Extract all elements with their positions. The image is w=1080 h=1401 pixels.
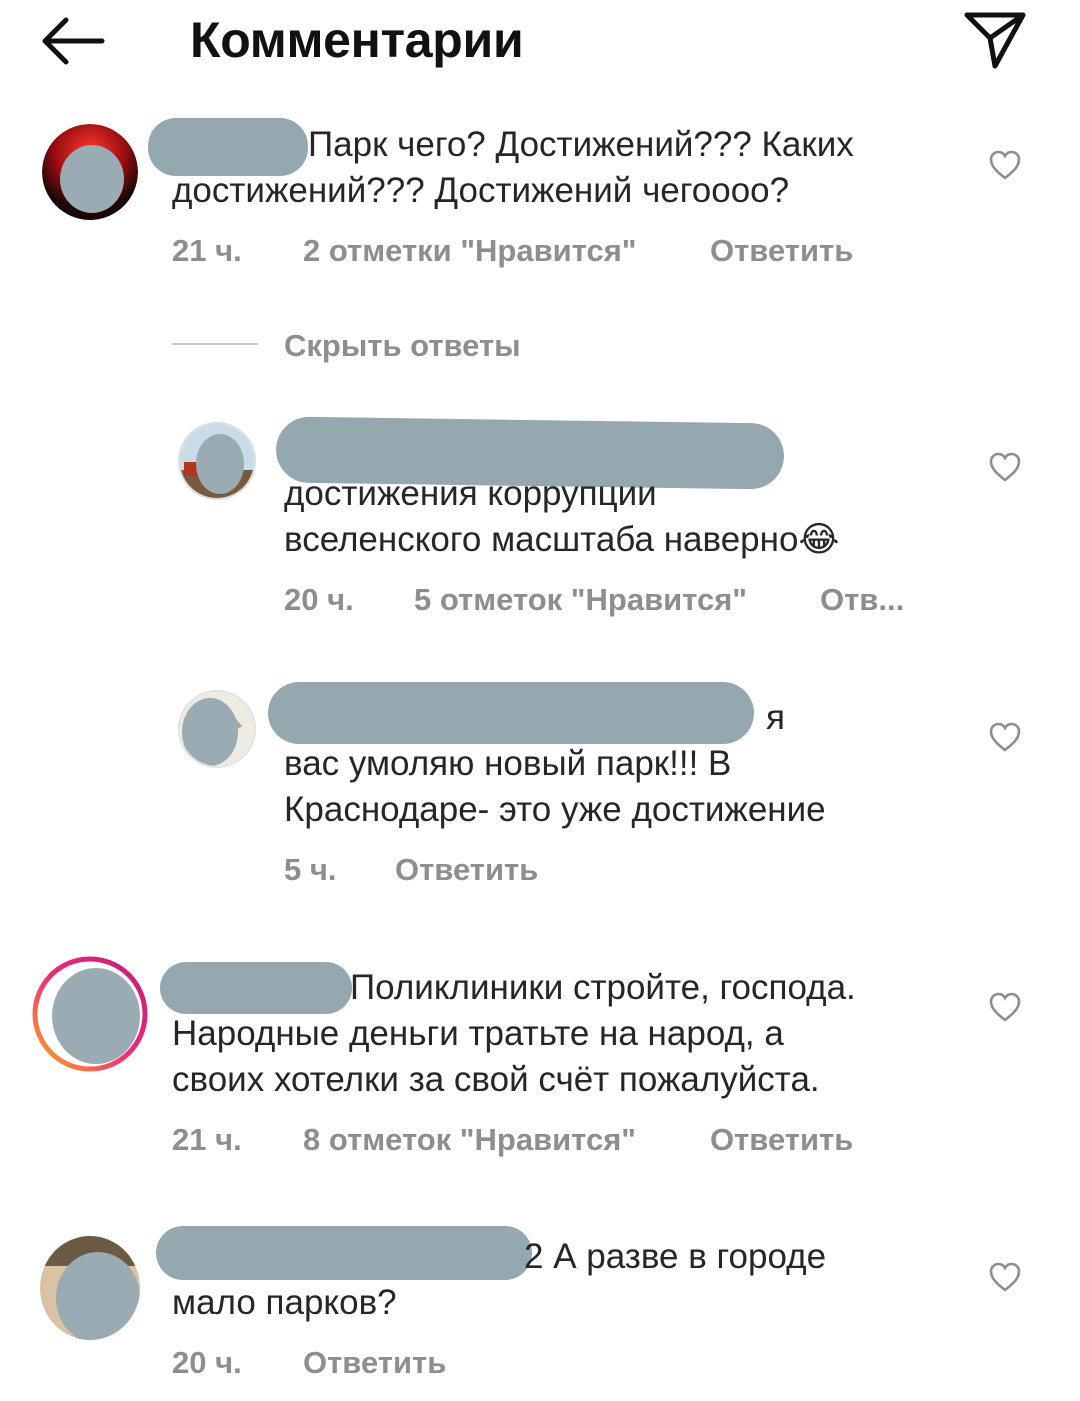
heart-outline-icon — [989, 1262, 1021, 1292]
comment-text-line: я — [766, 698, 785, 737]
avatar[interactable] — [40, 1236, 140, 1340]
avatar[interactable] — [42, 124, 138, 220]
redacted-username — [268, 682, 754, 744]
comment-text-line: Поликлиники стройте, господа. — [350, 968, 856, 1007]
comment-text-line: Парк чего? Достижений??? Каких — [308, 125, 854, 164]
reply-button[interactable]: Ответить — [710, 231, 853, 271]
avatar-image — [180, 692, 254, 766]
comment-text-line: Краснодаре- это уже достижение — [284, 790, 826, 829]
heart-outline-icon — [989, 150, 1021, 180]
hide-replies-button[interactable]: Скрыть ответы — [284, 326, 521, 366]
comment-time: 20 ч. — [172, 1345, 242, 1380]
heart-outline-icon — [989, 452, 1021, 482]
comment-meta: 21 ч. — [172, 231, 242, 271]
reply-button[interactable]: Ответить — [710, 1120, 853, 1160]
comment-text-line: вас умоляю новый парк!!! В — [284, 744, 732, 783]
comment-text-line: мало парков? — [172, 1283, 397, 1322]
avatar-image — [42, 124, 138, 220]
like-button[interactable] — [988, 720, 1022, 754]
likes-label: 2 отметки "Нравится" — [303, 233, 637, 268]
likes-label: 8 отметок "Нравится" — [303, 1122, 636, 1157]
reply-button[interactable]: Отв... — [820, 580, 904, 620]
like-button[interactable] — [988, 1260, 1022, 1294]
comment-time: 20 ч. — [284, 582, 354, 617]
back-button[interactable] — [38, 14, 108, 68]
redacted-username — [160, 962, 352, 1014]
avatar-story-ring[interactable] — [32, 956, 148, 1072]
likes-label: 5 отметок "Нравится" — [414, 582, 747, 617]
redacted-username — [156, 1226, 532, 1280]
page-title: Комментарии — [190, 12, 524, 68]
likes-count[interactable]: 2 отметки "Нравится" — [303, 231, 637, 271]
paper-plane-icon — [964, 12, 1026, 69]
like-button[interactable] — [988, 990, 1022, 1024]
comment-time: 5 ч. — [284, 852, 337, 887]
comment-time: 21 ч. — [172, 233, 242, 268]
arrow-left-icon — [42, 17, 105, 65]
comment-text-line: достижения коррупции — [284, 474, 657, 513]
comment-text-line: достижений??? Достижений чегоооо? — [172, 171, 790, 210]
avatar-image — [40, 1236, 140, 1340]
like-button[interactable] — [988, 450, 1022, 484]
comment-text-line: 2 А разве в городе — [524, 1237, 827, 1276]
share-button[interactable] — [962, 10, 1028, 70]
heart-outline-icon — [989, 722, 1021, 752]
divider-line — [172, 343, 258, 345]
comment-time: 21 ч. — [172, 1122, 242, 1157]
avatar-image — [32, 956, 148, 1072]
like-button[interactable] — [988, 148, 1022, 182]
avatar[interactable] — [178, 690, 256, 768]
reply-button[interactable]: Ответить — [395, 850, 538, 890]
avatar-image — [180, 424, 254, 498]
heart-outline-icon — [989, 992, 1021, 1022]
comment-text-line: вселенского масштаба наверно😂 — [284, 520, 840, 559]
likes-count[interactable]: 5 отметок "Нравится" — [414, 580, 747, 620]
reply-button[interactable]: Ответить — [303, 1343, 446, 1383]
avatar[interactable] — [178, 422, 256, 500]
comment-text-line: Народные деньги тратьте на народ, а — [172, 1014, 784, 1053]
likes-count[interactable]: 8 отметок "Нравится" — [303, 1120, 636, 1160]
comment-text-line: своих хотелки за свой счёт пожалуйста. — [172, 1060, 820, 1099]
